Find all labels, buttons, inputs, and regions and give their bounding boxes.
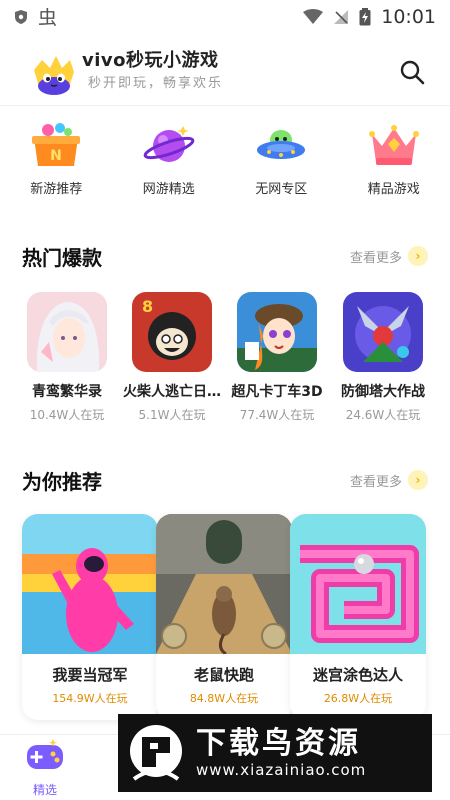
category-online-games[interactable]: 网游精选 [113, 122, 226, 212]
search-icon[interactable] [398, 58, 426, 86]
game-name: 青鸾繁华录 [32, 384, 102, 400]
see-more-recommend-button[interactable]: 查看更多 › [350, 470, 428, 490]
shield-icon [15, 10, 27, 24]
see-more-label: 查看更多 [349, 474, 402, 490]
app-notification-icon: 虫 [38, 7, 57, 28]
crown-icon [368, 125, 419, 165]
watermark-name: 下载鸟资源 [196, 726, 361, 761]
app-subtitle: 秒开即玩，畅享欢乐 [88, 76, 224, 91]
game-name: 老鼠快跑 [193, 666, 254, 684]
new-games-box-icon: N [32, 123, 81, 166]
category-label: 新游推荐 [30, 182, 83, 197]
category-offline-games[interactable]: 无网专区 [225, 122, 338, 212]
hot-game-item[interactable]: 8 火柴人逃亡日… 5.1W人在玩 [119, 292, 225, 423]
app-header: vivo秒玩小游戏 秒开即玩，畅享欢乐 [0, 40, 450, 106]
status-bar: 虫 10:01 [0, 0, 450, 34]
watermark-bird-icon [130, 725, 182, 781]
game-players: 5.1W人在玩 [138, 408, 206, 422]
recommend-game-card[interactable]: 迷宫涂色达人 26.8W人在玩 [290, 514, 426, 720]
game-players: 26.8W人在玩 [323, 692, 393, 705]
app-logo-icon [34, 56, 74, 95]
see-more-hot-button[interactable]: 查看更多 › [350, 246, 428, 266]
recommend-games-list: 我要当冠军 154.9W人在玩 老鼠快跑 84.8W人在玩 迷宫涂色达人 26.… [0, 514, 450, 724]
game-name: 迷宫涂色达人 [312, 666, 403, 684]
app-title: vivo秒玩小游戏 [82, 50, 219, 71]
game-icon-tower-defense [343, 292, 423, 372]
no-signal-icon [334, 10, 349, 24]
game-name: 防御塔大作战 [341, 384, 425, 400]
category-label: 网游精选 [142, 182, 195, 197]
game-icon-qingluan [27, 292, 107, 372]
game-cover-maze-paint [290, 514, 426, 654]
game-players: 24.6W人在玩 [345, 408, 421, 422]
game-cover-mouse-run [156, 514, 292, 654]
wifi-icon [303, 9, 324, 24]
svg-text:N: N [50, 148, 62, 164]
recommend-game-card[interactable]: 老鼠快跑 84.8W人在玩 [156, 514, 292, 720]
game-cover-champion [22, 514, 158, 654]
watermark-url: www.xiazainiao.com [196, 761, 367, 779]
game-players: 77.4W人在玩 [239, 408, 315, 422]
game-players: 84.8W人在玩 [189, 692, 259, 705]
recommend-game-card[interactable]: 我要当冠军 154.9W人在玩 [22, 514, 158, 720]
ufo-icon [257, 130, 306, 159]
section-title-hot: 热门爆款 [22, 246, 102, 270]
hot-games-list: 青鸾繁华录 10.4W人在玩 8 火柴人逃亡日… 5.1W人在玩 超凡卡丁车3D [0, 292, 450, 432]
category-premium-games[interactable]: 精品游戏 [338, 122, 450, 212]
see-more-label: 查看更多 [349, 250, 402, 266]
game-icon-kart [237, 292, 317, 372]
game-players: 10.4W人在玩 [29, 408, 105, 422]
section-title-recommend: 为你推荐 [22, 470, 102, 494]
category-label: 精品游戏 [367, 182, 420, 197]
hot-game-item[interactable]: 青鸾繁华录 10.4W人在玩 [14, 292, 120, 423]
game-players: 154.9W人在玩 [52, 692, 128, 705]
battery-icon [359, 8, 371, 26]
category-label: 无网专区 [255, 182, 308, 197]
category-new-games[interactable]: N 新游推荐 [0, 122, 113, 212]
watermark-banner: 下载鸟资源 www.xiazainiao.com [118, 714, 432, 792]
chevron-right-icon: › [408, 246, 428, 266]
hot-game-item[interactable]: 防御塔大作战 24.6W人在玩 [330, 292, 436, 423]
status-time: 10:01 [381, 6, 436, 28]
game-name: 我要当冠军 [52, 666, 128, 684]
svg-text:虫: 虫 [38, 7, 57, 28]
hot-game-item[interactable]: 超凡卡丁车3D 77.4W人在玩 [224, 292, 330, 423]
planet-icon [143, 126, 195, 162]
chevron-right-icon: › [408, 470, 428, 490]
game-name: 超凡卡丁车3D [231, 384, 323, 400]
category-row: N 新游推荐 网游精选 无网专区 精品游戏 [0, 122, 450, 212]
game-name: 火柴人逃亡日… [123, 384, 221, 400]
tab-featured[interactable]: 精选 [0, 735, 90, 800]
tab-label: 精选 [32, 783, 57, 797]
svg-text:8: 8 [142, 297, 153, 316]
game-icon-stickman: 8 [132, 292, 212, 372]
gamepad-icon [27, 739, 63, 769]
